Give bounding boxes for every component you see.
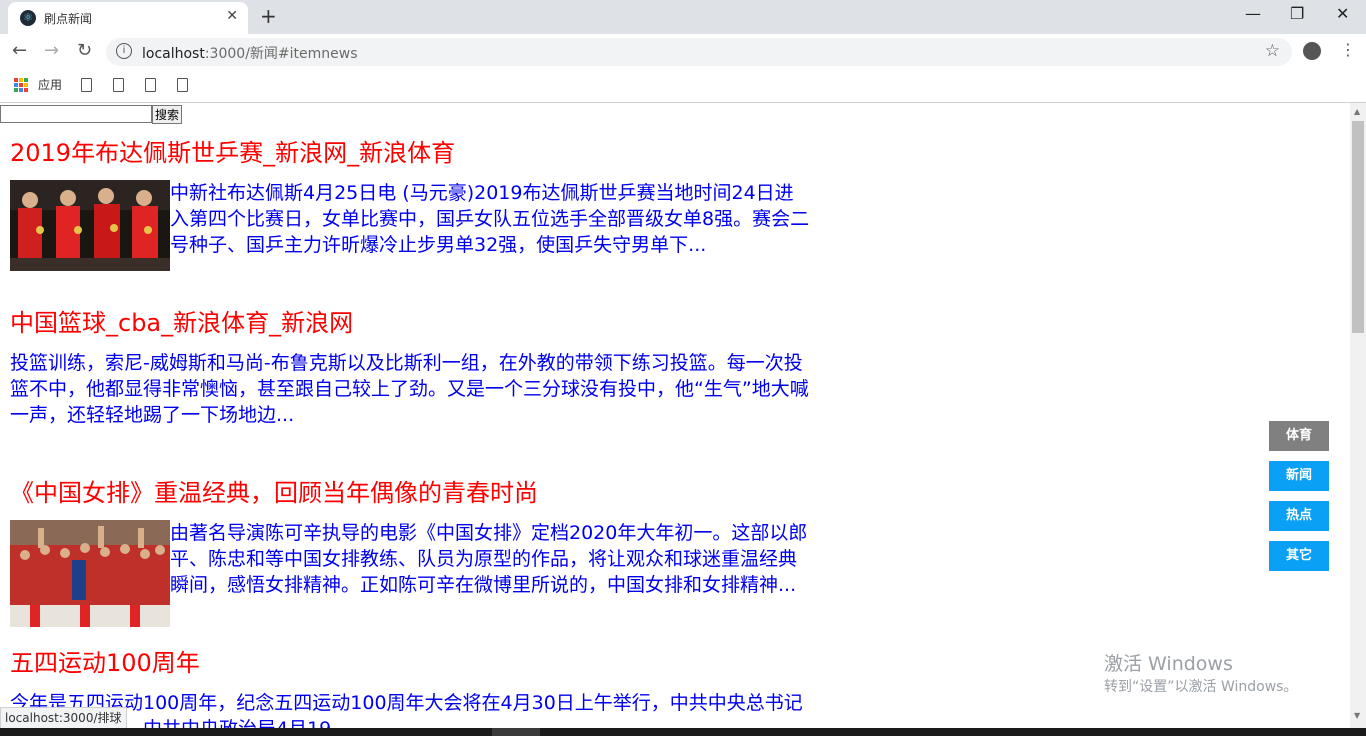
taskbar [0,728,1366,736]
search-button[interactable]: 搜索 [152,105,183,124]
bookmark-doc-icon[interactable] [81,78,92,92]
windows-watermark-subtitle: 转到“设置”以激活 Windows。 [1104,679,1298,695]
url-text[interactable]: localhost:3000/新闻#itemnews [142,43,358,63]
volleyball-team-photo[interactable] [10,520,170,627]
minimize-icon[interactable]: — [1245,4,1261,23]
search-input[interactable] [0,105,152,123]
news-summary[interactable]: 中新社布达佩斯4月25日电 (马元豪)2019布达佩斯世乒赛当地时间24日进入第… [170,180,810,258]
scroll-down-icon[interactable]: ▼ [1354,711,1360,720]
reload-icon[interactable]: ↻ [77,40,92,61]
category-sports-button[interactable]: 体育 [1269,421,1329,451]
page-scrollbar[interactable]: ▲ ▼ [1350,103,1366,728]
page-content: 搜索 2019年布达佩斯世乒赛_新浪网_新浪体育 中新社布达佩斯4月25日电 (… [0,103,1350,728]
news-item: 2019年布达佩斯世乒赛_新浪网_新浪体育 中新社布达佩斯4月25日电 (马元豪 [10,138,810,271]
table-tennis-photo[interactable] [10,180,170,271]
news-title[interactable]: 2019年布达佩斯世乒赛_新浪网_新浪体育 [10,138,810,168]
news-summary[interactable]: 投篮训练，索尼-威姆斯和马尚-布鲁克斯以及比斯利一组，在外教的带领下练习投篮。每… [10,350,810,428]
news-summary[interactable]: 今年是五四运动100周年，纪念五四运动100周年大会将在4月30日上午举行，中共… [10,690,810,728]
category-news-button[interactable]: 新闻 [1269,461,1329,491]
window-close-icon[interactable]: ✕ [1336,4,1349,23]
taskbar-item[interactable] [492,728,540,736]
bookmark-doc-icon[interactable] [113,78,124,92]
address-bar[interactable]: i localhost:3000/新闻#itemnews ☆ [106,38,1292,66]
restore-icon[interactable]: ❐ [1290,4,1304,23]
scroll-up-icon[interactable]: ▲ [1354,107,1360,116]
apps-label[interactable]: 应用 [38,76,62,93]
apps-grid-icon[interactable] [14,78,28,92]
bookmarks-bar [0,70,1366,103]
category-other-button[interactable]: 其它 [1269,541,1329,571]
news-item: 五四运动100周年 今年是五四运动100周年，纪念五四运动100周年大会将在4月… [10,648,810,728]
news-title[interactable]: 五四运动100周年 [10,648,810,678]
news-item: 《中国女排》重温经典，回顾当年偶像的青春时尚 由著名导演陈可辛执导的电影《中国女… [10,478,810,627]
forward-arrow-icon[interactable]: → [44,40,59,61]
tab-title: 刷点新闻 [44,12,93,26]
bookmark-star-icon[interactable]: ☆ [1265,41,1280,61]
bookmark-doc-icon[interactable] [145,78,156,92]
account-icon[interactable] [1303,42,1321,60]
windows-watermark-title: 激活 Windows [1104,653,1233,675]
browser-tab[interactable]: ⚛ 刷点新闻 ✕ [8,2,248,34]
news-title[interactable]: 《中国女排》重温经典，回顾当年偶像的青春时尚 [10,478,810,508]
react-favicon-icon: ⚛ [20,10,36,26]
new-tab-icon[interactable]: + [260,4,277,28]
category-hot-button[interactable]: 热点 [1269,501,1329,531]
news-summary[interactable]: 由著名导演陈可辛执导的电影《中国女排》定档2020年大年初一。这部以郎平、陈忠和… [170,520,810,598]
more-menu-icon[interactable]: ⋮ [1340,40,1356,59]
news-item: 中国篮球_cba_新浪体育_新浪网 投篮训练，索尼-威姆斯和马尚-布鲁克斯以及比… [10,308,810,428]
news-title[interactable]: 中国篮球_cba_新浪体育_新浪网 [10,308,810,338]
bookmark-doc-icon[interactable] [177,78,188,92]
info-icon[interactable]: i [116,43,132,59]
tab-close-icon[interactable]: ✕ [226,8,238,24]
link-status-bar: localhost:3000/排球 [0,707,127,730]
back-arrow-icon[interactable]: ← [12,40,27,61]
scrollbar-thumb[interactable] [1352,121,1364,333]
